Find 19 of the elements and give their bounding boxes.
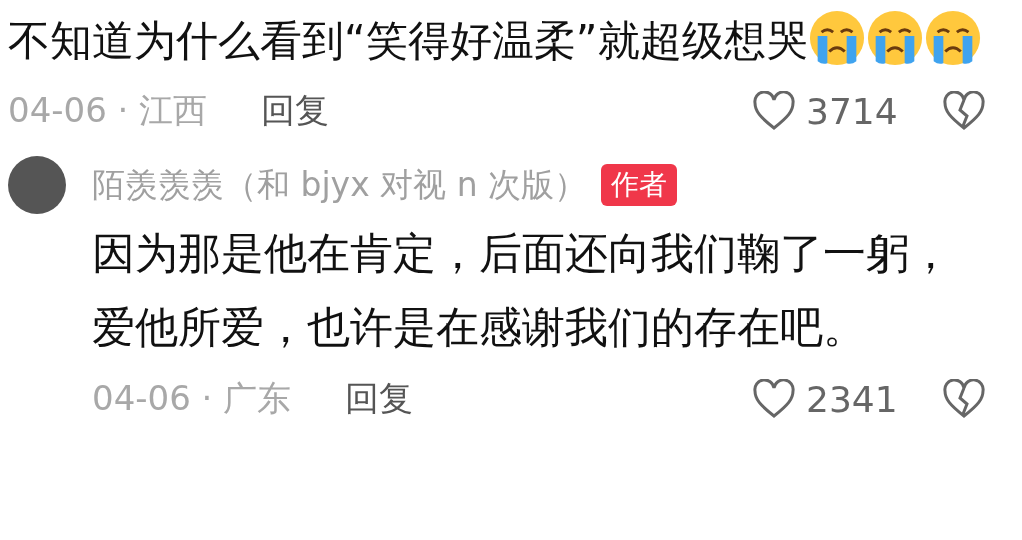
- author-badge: 作者: [601, 164, 678, 206]
- avatar[interactable]: [8, 156, 66, 214]
- date-location-text: 04-06 · 广东: [92, 377, 292, 420]
- broken-heart-icon: [942, 91, 986, 131]
- date-location-text: 04-06 · 江西: [8, 89, 208, 132]
- heart-icon: [752, 91, 796, 131]
- reply-button[interactable]: 回复: [261, 88, 330, 134]
- broken-heart-icon: [942, 379, 986, 419]
- crying-face-icon: [923, 9, 982, 67]
- comment-text: 不知道为什么看到“笑得好温柔”就超级想哭: [8, 16, 808, 65]
- dislike-button[interactable]: [942, 379, 986, 419]
- crying-face-icon: [865, 9, 924, 67]
- dislike-button[interactable]: [942, 91, 986, 131]
- reply-text: 因为那是他在肯定，后面还向我们鞠了一躬，爱他所爱，也许是在感谢我们的存在吧。: [92, 227, 953, 354]
- like-button[interactable]: 2341: [752, 378, 942, 420]
- like-button[interactable]: 3714: [752, 90, 942, 132]
- crying-face-icon: [807, 9, 866, 67]
- heart-icon: [752, 379, 796, 419]
- reply-button[interactable]: 回复: [345, 376, 414, 422]
